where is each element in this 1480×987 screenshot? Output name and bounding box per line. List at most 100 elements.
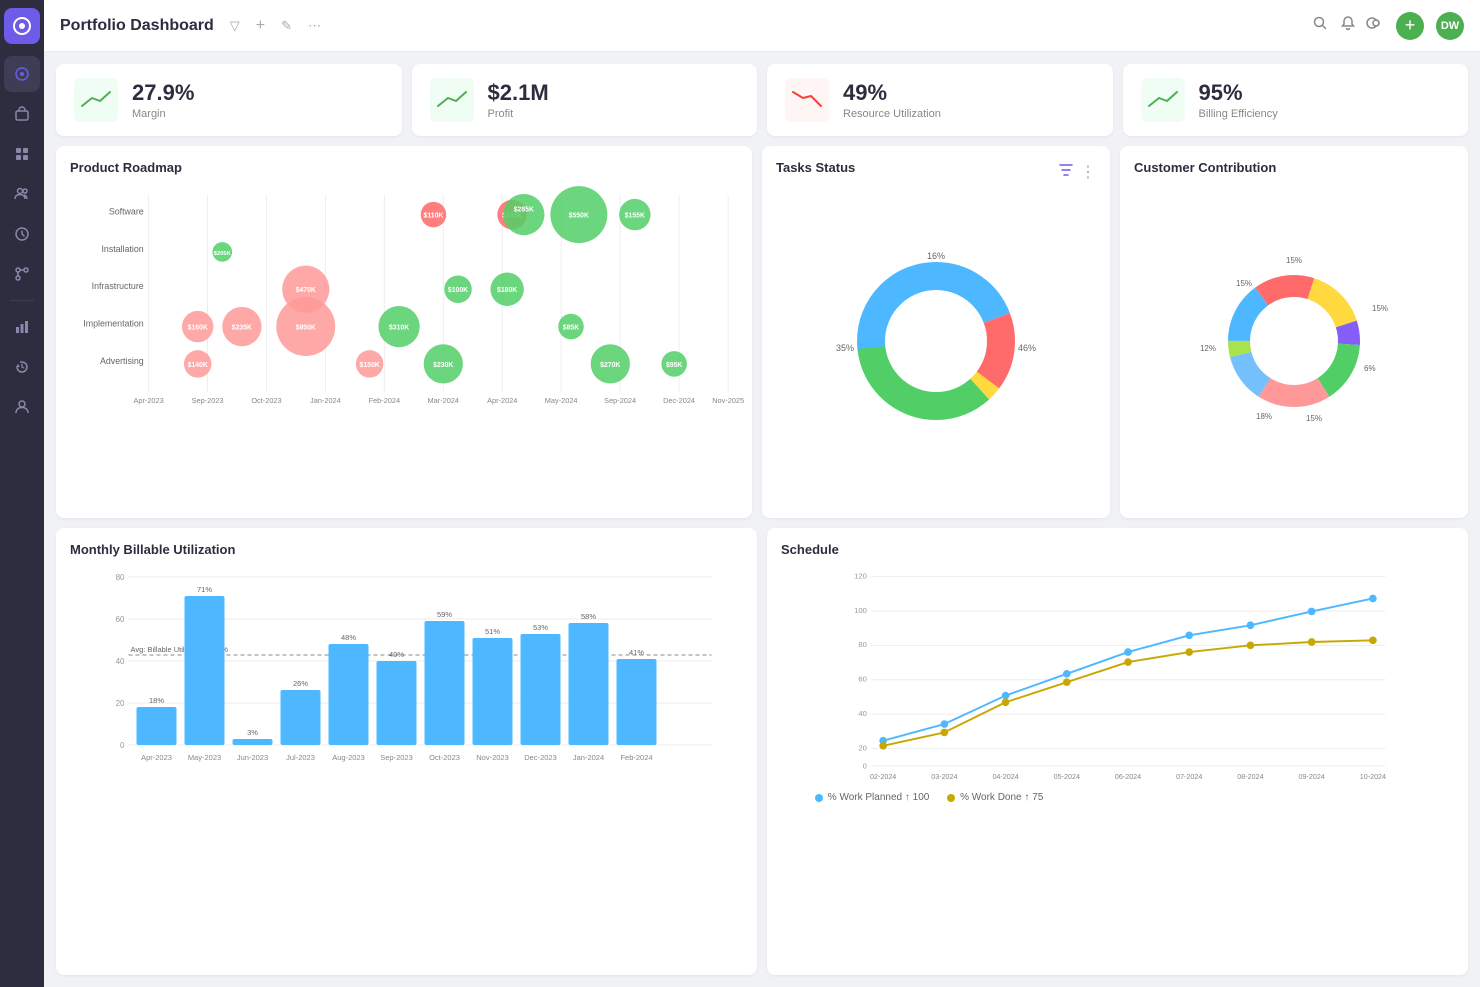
svg-text:35%: 35% [836, 343, 854, 353]
search-icon[interactable] [1312, 15, 1328, 36]
svg-text:Sep-2023: Sep-2023 [380, 753, 413, 762]
svg-text:100: 100 [854, 606, 867, 615]
legend-done: % Work Done ↑ 75 [945, 792, 1043, 803]
user-avatar[interactable]: DW [1436, 12, 1464, 40]
tasks-filter-icon[interactable] [1058, 162, 1074, 181]
notification-icon[interactable] [1340, 15, 1356, 36]
schedule-title: Schedule [781, 542, 1454, 557]
svg-text:80: 80 [858, 641, 867, 650]
svg-text:10-2024: 10-2024 [1360, 774, 1386, 782]
sidebar-divider [10, 300, 34, 301]
svg-text:60: 60 [116, 615, 125, 624]
sidebar [0, 0, 44, 987]
schedule-legend: % Work Planned ↑ 100 % Work Done ↑ 75 [813, 792, 1454, 803]
svg-text:60: 60 [858, 675, 867, 684]
svg-text:15%: 15% [1286, 256, 1302, 265]
svg-text:$235K: $235K [232, 325, 252, 332]
svg-text:Jan-2024: Jan-2024 [573, 753, 604, 762]
profit-value: $2.1M [488, 80, 549, 106]
svg-text:02-2024: 02-2024 [870, 774, 896, 782]
customer-donut-container: 15% 15% 6% 15% 18% 12% 15% [1134, 183, 1454, 499]
tasks-header: Tasks Status ⋮ [776, 160, 1096, 183]
svg-text:120: 120 [854, 572, 867, 581]
sidebar-item-grid[interactable] [4, 136, 40, 172]
svg-text:Mar-2024: Mar-2024 [428, 396, 459, 405]
sidebar-item-git[interactable] [4, 256, 40, 292]
margin-value: 27.9% [132, 80, 194, 106]
svg-text:0: 0 [863, 762, 867, 771]
edit-icon[interactable]: ✎ [277, 14, 296, 38]
charts-row: Product Roadmap Software In [56, 146, 1468, 518]
sidebar-item-person[interactable] [4, 389, 40, 425]
svg-text:58%: 58% [581, 612, 596, 621]
svg-text:May-2024: May-2024 [545, 396, 578, 405]
svg-text:$160K: $160K [188, 325, 208, 332]
kpi-margin: 27.9% Margin [56, 64, 402, 136]
kpi-billing: 95% Billing Efficiency [1123, 64, 1469, 136]
tasks-donut-container: 16% 46% 35% [776, 183, 1096, 499]
svg-text:$155K: $155K [625, 213, 645, 220]
sidebar-item-history[interactable] [4, 349, 40, 385]
sidebar-logo[interactable] [4, 8, 40, 44]
customer-donut-chart: 15% 15% 6% 15% 18% 12% 15% [1199, 246, 1389, 436]
sidebar-item-home[interactable] [4, 56, 40, 92]
margin-icon [74, 78, 118, 122]
at-icon[interactable] [1368, 15, 1384, 36]
svg-text:16%: 16% [927, 251, 945, 261]
svg-text:08-2024: 08-2024 [1237, 774, 1263, 782]
svg-text:40: 40 [116, 657, 125, 666]
svg-text:Feb-2024: Feb-2024 [369, 396, 401, 405]
tasks-more-icon[interactable]: ⋮ [1080, 162, 1096, 182]
filter-icon[interactable]: ▽ [226, 14, 244, 38]
svg-text:Feb-2024: Feb-2024 [620, 753, 652, 762]
svg-text:Nov-2025: Nov-2025 [712, 396, 744, 405]
sidebar-item-users[interactable] [4, 176, 40, 212]
svg-text:15%: 15% [1306, 414, 1322, 423]
margin-label: Margin [132, 108, 194, 120]
svg-text:Sep-2024: Sep-2024 [604, 396, 636, 405]
svg-text:$310K: $310K [389, 325, 409, 332]
resource-value: 49% [843, 80, 941, 106]
more-icon[interactable]: ⋯ [304, 14, 325, 38]
svg-text:15%: 15% [1236, 279, 1252, 288]
svg-text:Implementation: Implementation [83, 319, 143, 329]
svg-text:20: 20 [116, 699, 125, 708]
svg-text:15%: 15% [1372, 304, 1388, 313]
tasks-donut-chart: 16% 46% 35% [836, 241, 1036, 441]
svg-text:$85K: $85K [563, 325, 579, 332]
page-title: Portfolio Dashboard [60, 17, 214, 35]
monthly-billable-card: Monthly Billable Utilization 80 60 40 20… [56, 528, 757, 975]
svg-text:26%: 26% [293, 679, 308, 688]
sidebar-item-chart[interactable] [4, 309, 40, 345]
product-roadmap-chart: Software Installation Infrastructure Imp… [70, 183, 738, 423]
profit-icon [430, 78, 474, 122]
schedule-chart: 120 100 80 60 40 20 0 [781, 565, 1454, 785]
customer-contribution-title: Customer Contribution [1134, 160, 1454, 175]
schedule-card: Schedule 120 100 80 60 40 20 0 [767, 528, 1468, 975]
svg-text:71%: 71% [197, 585, 212, 594]
add-icon[interactable]: + [252, 13, 269, 39]
svg-text:18%: 18% [149, 696, 164, 705]
svg-text:80: 80 [116, 573, 125, 582]
tasks-status-card: Tasks Status ⋮ [762, 146, 1110, 518]
sidebar-item-clock[interactable] [4, 216, 40, 252]
kpi-row: 27.9% Margin $2.1M Profit [56, 64, 1468, 136]
add-dashboard-button[interactable]: + [1396, 12, 1424, 40]
svg-text:Apr-2023: Apr-2023 [133, 396, 163, 405]
legend-planned: % Work Planned ↑ 100 [813, 792, 929, 803]
svg-text:Dec-2024: Dec-2024 [663, 396, 695, 405]
svg-text:05-2024: 05-2024 [1054, 774, 1080, 782]
kpi-profit: $2.1M Profit [412, 64, 758, 136]
svg-text:$205K: $205K [214, 251, 232, 257]
billing-label: Billing Efficiency [1199, 108, 1278, 120]
header: Portfolio Dashboard ▽ + ✎ ⋯ + DW [44, 0, 1480, 52]
main-content: Portfolio Dashboard ▽ + ✎ ⋯ + DW [44, 0, 1480, 987]
svg-text:48%: 48% [341, 633, 356, 642]
svg-text:04-2024: 04-2024 [992, 774, 1018, 782]
billing-icon [1141, 78, 1185, 122]
svg-text:$110K: $110K [424, 213, 444, 220]
svg-text:40%: 40% [389, 650, 404, 659]
svg-text:3%: 3% [247, 728, 258, 737]
svg-text:53%: 53% [533, 623, 548, 632]
sidebar-item-briefcase[interactable] [4, 96, 40, 132]
